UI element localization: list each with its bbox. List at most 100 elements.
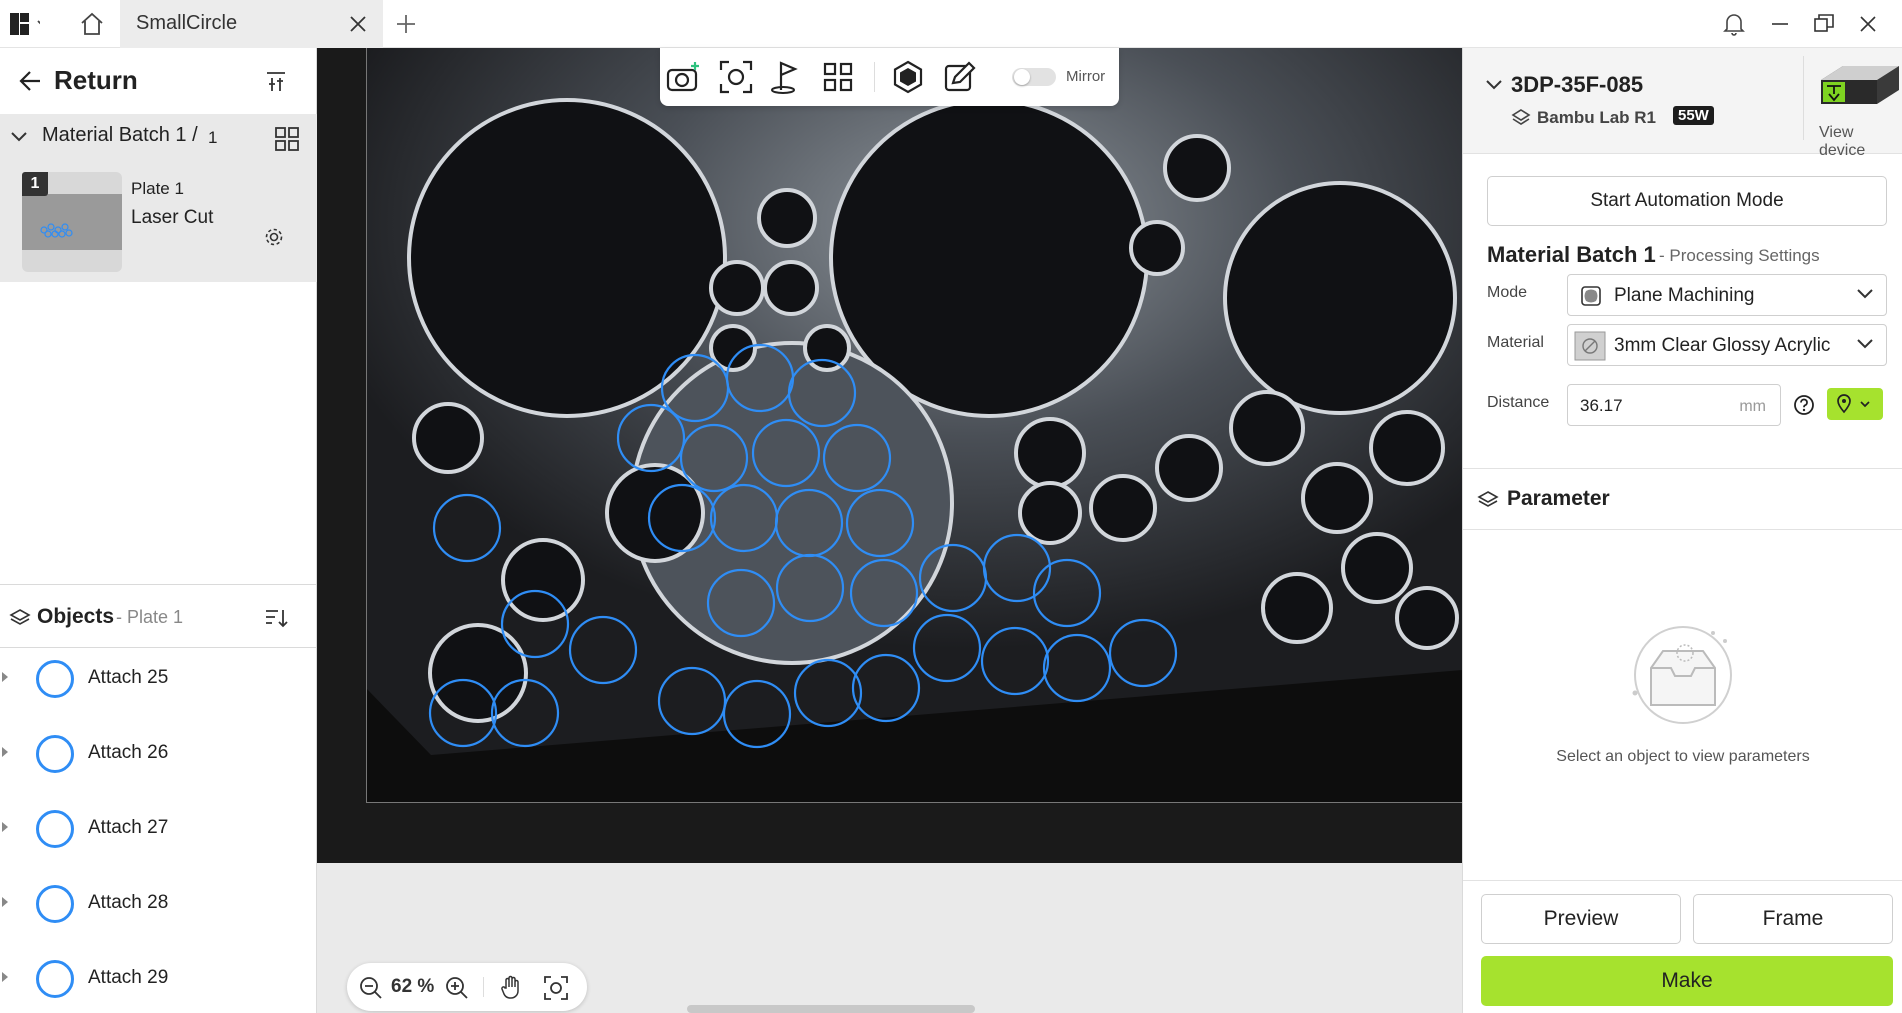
list-item[interactable]: Attach 28 [0, 873, 317, 935]
objects-subtitle: - Plate 1 [116, 607, 184, 627]
parameter-title: Parameter [1507, 487, 1610, 510]
expand-arrow-icon[interactable] [2, 747, 8, 757]
zoom-level: 62 % [391, 976, 435, 997]
mode-select[interactable]: Plane Machining [1567, 274, 1887, 316]
left-panel: Return Material Batch 1 / 1 1 Plate 1 La… [0, 48, 317, 1013]
chevron-down-icon [1857, 289, 1873, 299]
laser-device-image[interactable] [1815, 60, 1901, 120]
mirror-toggle[interactable] [1012, 68, 1056, 86]
device-power-badge: 55W [1673, 106, 1714, 125]
expand-arrow-icon[interactable] [2, 672, 8, 682]
restore-button[interactable] [1808, 8, 1840, 40]
circle-shape-icon [36, 660, 74, 698]
material-value: 3mm Clear Glossy Acrylic [1614, 335, 1831, 356]
device-name[interactable]: 3DP-35F-085 [1511, 72, 1643, 98]
canvas-area[interactable]: Mirror 62 % [317, 48, 1462, 1013]
zoom-out-icon[interactable] [359, 976, 383, 1000]
distance-unit: mm [1739, 398, 1766, 415]
chevron-down-icon [1857, 339, 1873, 349]
app-menu-button[interactable] [8, 8, 40, 40]
zoom-controls: 62 % [347, 963, 587, 1011]
camera-add-button[interactable] [664, 58, 704, 96]
toolbar-divider [874, 62, 875, 92]
expand-arrow-icon[interactable] [2, 822, 8, 832]
list-item[interactable]: Attach 27 [0, 798, 317, 860]
sort-icon[interactable] [264, 607, 288, 629]
close-window-button[interactable] [1852, 8, 1884, 40]
restore-icon [1814, 14, 1834, 32]
grid-view-icon[interactable] [274, 126, 300, 152]
horizontal-scrollbar[interactable] [687, 1005, 975, 1013]
list-item[interactable]: Attach 25 [0, 648, 317, 710]
expand-arrow-icon[interactable] [2, 972, 8, 982]
expand-arrow-icon[interactable] [2, 897, 8, 907]
minimize-button[interactable] [1764, 8, 1796, 40]
parameter-header: Parameter [1463, 468, 1902, 530]
plate-type: Laser Cut [131, 207, 214, 228]
list-item[interactable]: Attach 26 [0, 723, 317, 785]
fit-view-icon[interactable] [543, 975, 569, 1001]
zoom-in-icon[interactable] [445, 976, 469, 1000]
tab-smallcircle[interactable]: SmallCircle [120, 0, 383, 48]
arrow-left-icon[interactable] [18, 68, 44, 94]
object-label: Attach 29 [88, 967, 169, 988]
camera-add-icon [666, 62, 699, 92]
golf-flag-button[interactable] [766, 58, 806, 96]
material-label: Material [1487, 334, 1544, 351]
new-tab-button[interactable] [390, 8, 422, 40]
distance-label: Distance [1487, 394, 1550, 411]
hand-pan-icon[interactable] [499, 975, 525, 1001]
material-select[interactable]: 3mm Clear Glossy Acrylic [1567, 324, 1887, 366]
view-device-link[interactable]: View device [1819, 124, 1902, 160]
circle-shape-icon [36, 885, 74, 923]
circle-shape-icon [36, 810, 74, 848]
make-button[interactable]: Make [1481, 956, 1893, 1006]
plus-icon [397, 15, 415, 33]
camera-view[interactable] [317, 48, 1462, 863]
distance-value: 36.17 [1580, 396, 1623, 415]
bell-icon [1723, 14, 1745, 36]
circle-shape-icon [36, 735, 74, 773]
empty-parameters-hint: Select an object to view parameters [1556, 748, 1810, 765]
objects-header: Objects - Plate 1 [0, 584, 317, 648]
layers-icon [9, 609, 31, 625]
preview-button[interactable]: Preview [1481, 894, 1681, 944]
batch-count: 1 [208, 128, 218, 147]
chevron-down-icon[interactable] [1485, 78, 1503, 92]
object-label: Attach 25 [88, 667, 169, 688]
return-row: Return [0, 48, 317, 114]
grid-button[interactable] [818, 58, 858, 96]
minimize-icon [1772, 23, 1788, 25]
home-icon [81, 12, 103, 35]
measure-distance-button[interactable] [1827, 388, 1883, 420]
home-button[interactable] [76, 8, 108, 40]
start-automation-button[interactable]: Start Automation Mode [1487, 176, 1887, 226]
distance-input[interactable]: 36.17 mm [1567, 384, 1781, 426]
object-label: Attach 27 [88, 817, 169, 838]
list-item[interactable]: Attach 29 [0, 948, 317, 1010]
edit-image-icon [944, 61, 976, 92]
layers-icon [1511, 109, 1531, 125]
gear-icon[interactable] [263, 226, 285, 248]
camera-image [366, 48, 1462, 803]
mirror-label: Mirror [1066, 68, 1106, 85]
close-tab-icon[interactable] [349, 15, 367, 33]
help-icon[interactable] [1793, 394, 1815, 416]
camera-toolbar: Mirror [660, 48, 1119, 106]
focus-scan-button[interactable] [716, 58, 756, 96]
edit-image-button[interactable] [940, 58, 980, 96]
layout-settings-icon[interactable] [264, 70, 288, 94]
chevron-down-icon[interactable] [10, 130, 28, 144]
golf-flag-icon [771, 61, 798, 94]
object-label: Attach 28 [88, 892, 169, 913]
frame-button[interactable]: Frame [1693, 894, 1893, 944]
notifications-button[interactable] [1718, 8, 1750, 40]
title-bar: SmallCircle [0, 0, 1902, 48]
divider [1463, 880, 1902, 881]
header-divider [1803, 56, 1804, 140]
close-icon [1860, 16, 1876, 32]
material-swatch-icon [1574, 331, 1606, 361]
hexagon-button[interactable] [888, 58, 928, 96]
batch-name: Material Batch 1 / [42, 124, 198, 146]
return-button[interactable]: Return [54, 65, 138, 96]
